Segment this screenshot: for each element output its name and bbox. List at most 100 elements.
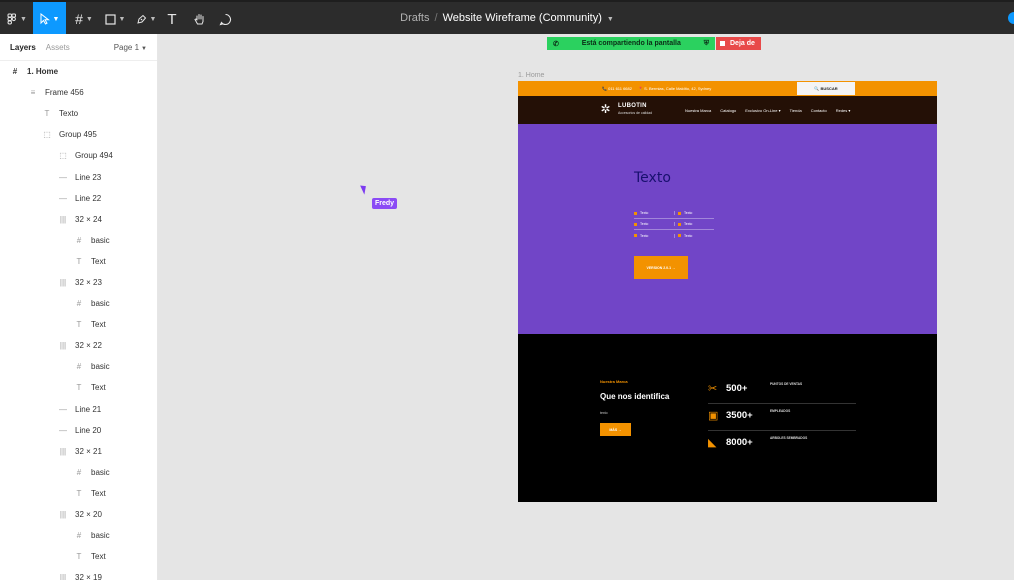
text-layer-icon: T [76, 256, 82, 266]
section-more-button[interactable]: MÁS → [600, 423, 631, 436]
list-text: Texto [640, 233, 649, 238]
layer-row[interactable]: ≡ Frame 456 [0, 82, 157, 103]
tab-assets[interactable]: Assets [46, 43, 70, 52]
layer-row[interactable]: T Text [0, 377, 157, 398]
layer-row[interactable]: # basic [0, 230, 157, 251]
layer-label: Text [91, 552, 106, 562]
bullet-icon [634, 211, 637, 215]
layer-row[interactable]: T Text [0, 251, 157, 272]
layer-row[interactable]: T Text [0, 314, 157, 335]
layer-label: 32 × 19 [75, 573, 102, 580]
layer-row[interactable]: ||| 32 × 22 [0, 335, 157, 356]
page-selector-label: Page 1 [113, 42, 140, 52]
layer-label: basic [91, 362, 110, 372]
frame-hash-icon: # [12, 67, 18, 77]
component-columns-icon: ||| [59, 277, 67, 287]
chevron-down-icon[interactable]: ▼ [607, 16, 614, 23]
list-text: Texto [684, 211, 693, 215]
shield-icon: ⛨ [703, 39, 709, 47]
list-text: Texto [640, 222, 649, 226]
bullet-icon [634, 234, 637, 237]
layer-row[interactable]: # basic [0, 293, 157, 314]
site-nav-item[interactable]: Nuestra Marca [685, 108, 711, 113]
list-text: Texto [684, 233, 693, 238]
bullet-icon [634, 222, 637, 226]
list-cell: Texto [674, 222, 714, 226]
site-nav-item[interactable]: Catalogo [720, 108, 736, 113]
layer-row[interactable]: — Line 21 [0, 399, 157, 420]
list-text: Texto [640, 211, 649, 215]
website-frame[interactable]: 📞 011 611 6682 📍 S. Bermias, Calle Maldi… [518, 81, 937, 502]
layer-list: #1. Home ≡ Frame 456 T Texto ⬚ Group 495 ⬚ Group… [0, 61, 157, 580]
layer-row[interactable]: # basic [0, 525, 157, 546]
layer-label: Text [91, 488, 106, 498]
layer-label: Text [91, 383, 106, 393]
layer-label: basic [91, 299, 110, 309]
gear-logo-icon: ✲ [600, 102, 611, 116]
bullet-icon [678, 222, 681, 226]
list-cell: Texto [634, 234, 674, 238]
site-nav-item[interactable]: Contacto [811, 108, 827, 113]
stat-value: 8000+ [726, 437, 753, 448]
layer-row[interactable]: # basic [0, 356, 157, 377]
stat-row: ✂ 500+ PUNTOS DE VENTAS [708, 378, 856, 404]
layer-row[interactable]: ||| 32 × 21 [0, 441, 157, 462]
layer-label: 32 × 22 [75, 341, 102, 351]
layer-row[interactable]: T Text [0, 483, 157, 504]
layers-panel: Layers Assets Page 1 ▼ #1. Home ≡ Frame 456… [0, 34, 158, 580]
site-navbar: ✲ LUBOTIN Accesorios de calidad Nuestra … [518, 96, 937, 124]
frame-hash-icon: # [76, 299, 82, 309]
breadcrumb-drafts[interactable]: Drafts [400, 12, 429, 24]
stat-label: EMPLEADOS [770, 409, 791, 413]
avatar[interactable] [1008, 12, 1014, 24]
layer-row[interactable]: ||| 32 × 23 [0, 272, 157, 293]
stop-sharing-button[interactable]: Deja de [716, 37, 761, 50]
stop-sharing-label: Deja de [730, 40, 755, 47]
site-nav-item[interactable]: Tienda [790, 108, 802, 113]
layer-label: 1. Home [27, 67, 59, 77]
component-columns-icon: ||| [59, 573, 67, 580]
layer-row[interactable]: ⬚ Group 494 [0, 145, 157, 166]
layer-row[interactable]: — Line 20 [0, 420, 157, 441]
layer-label: Line 22 [75, 193, 102, 203]
page-selector[interactable]: Page 1 ▼ [114, 43, 147, 52]
layer-row[interactable]: — Line 22 [0, 188, 157, 209]
tools-icon: ✂ [708, 383, 718, 395]
line-icon: — [59, 425, 67, 435]
stat-label: ARBOLES SEMBRADOS [770, 436, 808, 440]
layer-label: 32 × 20 [75, 510, 102, 520]
collaborator-name-tag: Fredy [372, 198, 398, 209]
layer-row[interactable]: T Text [0, 546, 157, 567]
site-nav-item[interactable]: Redes ▾ [836, 108, 851, 113]
text-layer-icon: T [44, 109, 50, 119]
site-topstrip: 📞 011 611 6682 📍 S. Bermias, Calle Maldi… [518, 81, 937, 96]
site-search-button[interactable]: 🔍 BUSCAR [797, 82, 855, 95]
layer-row[interactable]: #1. Home [0, 61, 157, 82]
frame-hash-icon: # [76, 467, 82, 477]
list-cell: Texto [634, 211, 674, 215]
screen-share-status: ✆ Está compartiendo la pantalla ⛨ [547, 37, 715, 50]
hero-cta-button[interactable]: VERSION 2.0.1 → [634, 256, 688, 279]
layer-row[interactable]: ⬚ Group 495 [0, 124, 157, 145]
layer-label: 32 × 21 [75, 446, 102, 456]
layer-label: Line 20 [75, 425, 102, 435]
layer-row[interactable]: # basic [0, 462, 157, 483]
layer-label: basic [91, 531, 110, 541]
layer-row[interactable]: ||| 32 × 20 [0, 504, 157, 525]
layer-row[interactable]: — Line 23 [0, 166, 157, 187]
tab-layers[interactable]: Layers [10, 43, 36, 52]
list-cell: Texto [674, 211, 714, 215]
layer-row[interactable]: ||| 32 × 24 [0, 209, 157, 230]
list-cell: Texto [634, 222, 674, 226]
stat-label: PUNTOS DE VENTAS [770, 382, 803, 386]
site-nav-item[interactable]: Exclusivo On-Line ▾ [745, 108, 780, 113]
collaborator-cursor-icon [360, 183, 369, 195]
layer-row[interactable]: T Texto [0, 103, 157, 124]
frame-label[interactable]: 1. Home [518, 72, 544, 79]
list-item: Texto Texto [634, 219, 714, 230]
frame-hash-icon: # [76, 362, 82, 372]
file-name[interactable]: Website Wireframe (Community) [443, 12, 602, 24]
layer-label: basic [91, 467, 110, 477]
layer-row[interactable]: ||| 32 × 19 [0, 567, 157, 580]
canvas[interactable]: ✆ Está compartiendo la pantalla ⛨ Deja d… [158, 34, 1014, 580]
